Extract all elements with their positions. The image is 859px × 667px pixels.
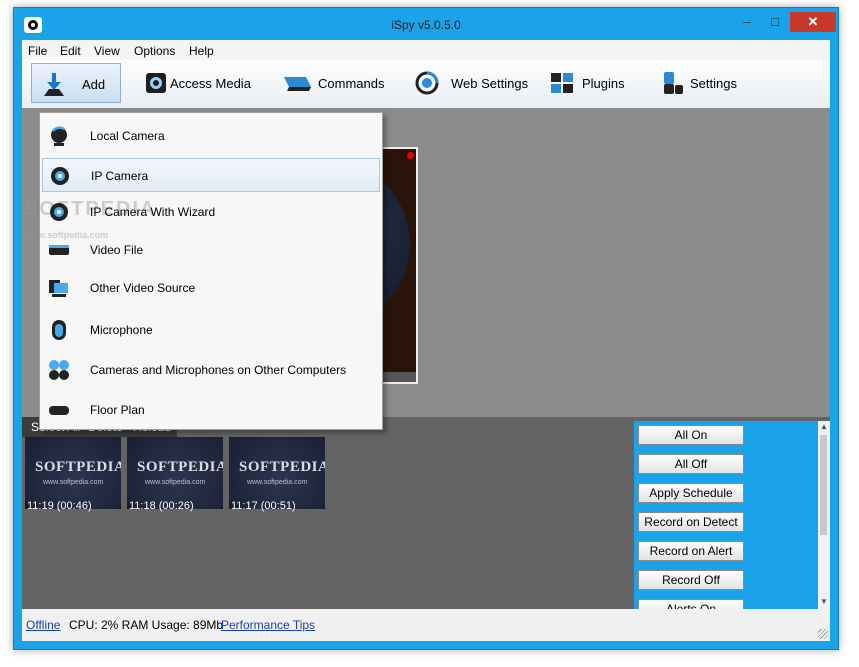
menu-options[interactable]: Options [134, 44, 175, 58]
menu-other-video-source[interactable]: Other Video Source [42, 271, 380, 305]
plugins-button[interactable]: Plugins [540, 63, 640, 103]
ip-camera-icon [51, 167, 69, 185]
add-button[interactable]: Add [31, 63, 121, 103]
media-panel: Select All Delete Reload SOFTPEDIA www.s… [22, 417, 830, 619]
menu-edit[interactable]: Edit [60, 44, 81, 58]
menu-ip-camera-wizard[interactable]: IP Camera With Wizard [42, 195, 380, 229]
menu-label: Floor Plan [90, 403, 145, 417]
scroll-up-icon[interactable]: ▲ [820, 422, 828, 431]
web-icon [415, 71, 439, 95]
performance-tips-link[interactable]: Performance Tips [221, 618, 315, 632]
minimize-button[interactable]: – [736, 12, 758, 32]
web-settings-button[interactable]: Web Settings [405, 63, 529, 103]
record-on-detect-button[interactable]: Record on Detect [638, 512, 744, 532]
close-button[interactable]: ✕ [790, 12, 836, 32]
webcam-icon [51, 126, 67, 146]
menu-label: IP Camera With Wizard [90, 205, 216, 219]
plugins-icon [551, 73, 573, 93]
ip-camera-wizard-icon [50, 203, 68, 221]
thumbnail-time: 11:18 (00:26) [129, 500, 194, 512]
floor-plan-icon [49, 406, 69, 415]
menu-label: Microphone [90, 323, 153, 337]
menu-label: IP Camera [91, 169, 149, 183]
web-settings-label: Web Settings [451, 76, 529, 91]
access-media-label: Access Media [170, 76, 251, 91]
menu-remote-computers[interactable]: Cameras and Microphones on Other Compute… [42, 353, 380, 387]
control-scrollbar[interactable]: ▲ ▼ [818, 421, 830, 609]
settings-button[interactable]: Settings [650, 63, 750, 103]
commands-icon [284, 77, 311, 91]
thumbnail-time: 11:19 (00:46) [27, 500, 92, 512]
media-thumbnail[interactable]: SOFTPEDIA www.softpedia.com [25, 437, 121, 509]
title-bar: iSpy v5.0.5.0 – □ ✕ [14, 8, 838, 40]
media-thumbnail[interactable]: SOFTPEDIA www.softpedia.com [229, 437, 325, 509]
control-panel: All On All Off Apply Schedule Record on … [634, 421, 818, 619]
commands-button[interactable]: Commands [272, 63, 385, 103]
toolbar: Add Access Media Commands Web Settings P… [22, 60, 830, 109]
menu-view[interactable]: View [94, 44, 120, 58]
thumbnail-sub: www.softpedia.com [145, 479, 206, 486]
window-title: iSpy v5.0.5.0 [391, 18, 461, 32]
settings-icon [664, 72, 683, 94]
thumbnail-logo: SOFTPEDIA [35, 459, 121, 475]
menu-label: Video File [90, 243, 144, 257]
thumbnail-logo: SOFTPEDIA [239, 459, 325, 475]
client-area: File Edit View Options Help Add Access M… [22, 40, 830, 641]
menu-floor-plan[interactable]: Floor Plan [42, 393, 380, 427]
add-download-icon [44, 73, 64, 96]
menu-file[interactable]: File [28, 44, 47, 58]
thumbnail-sub: www.softpedia.com [43, 479, 104, 486]
all-on-button[interactable]: All On [638, 425, 744, 445]
menu-ip-camera[interactable]: IP Camera [42, 158, 380, 192]
record-off-button[interactable]: Record Off [638, 570, 744, 590]
scroll-down-icon[interactable]: ▼ [820, 597, 828, 606]
plugins-label: Plugins [582, 76, 625, 91]
commands-label: Commands [318, 76, 385, 91]
thumbnail-logo: SOFTPEDIA [137, 459, 223, 475]
menu-video-file[interactable]: Video File [42, 233, 380, 267]
thumbnail-time: 11:17 (00:51) [231, 500, 296, 512]
app-window: iSpy v5.0.5.0 – □ ✕ File Edit View Optio… [13, 7, 839, 650]
media-icon [146, 73, 166, 93]
resize-grip[interactable] [818, 629, 828, 639]
access-media-button[interactable]: Access Media [134, 63, 256, 103]
settings-label: Settings [690, 76, 737, 91]
scroll-thumb[interactable] [820, 435, 827, 535]
status-bar: Offline CPU: 2% RAM Usage: 89Mb Performa… [22, 609, 830, 641]
record-on-alert-button[interactable]: Record on Alert [638, 541, 744, 561]
menu-label: Other Video Source [90, 281, 196, 295]
offline-link[interactable]: Offline [26, 618, 60, 632]
menu-label: Local Camera [90, 129, 165, 143]
microphone-icon [52, 320, 66, 340]
add-label: Add [82, 77, 106, 92]
video-file-icon [49, 245, 69, 255]
apply-schedule-button[interactable]: Apply Schedule [638, 483, 744, 503]
network-icon [49, 360, 69, 380]
menu-microphone[interactable]: Microphone [42, 313, 380, 347]
menu-label: Cameras and Microphones on Other Compute… [90, 363, 347, 377]
add-dropdown-menu: SOFTPEDIA www.softpedia.com Local Camera… [24, 112, 383, 430]
media-thumbnail[interactable]: SOFTPEDIA www.softpedia.com [127, 437, 223, 509]
all-off-button[interactable]: All Off [638, 454, 744, 474]
menu-local-camera[interactable]: Local Camera [42, 119, 380, 153]
menu-help[interactable]: Help [189, 44, 214, 58]
thumbnail-sub: www.softpedia.com [247, 479, 308, 486]
video-source-icon [49, 280, 68, 297]
resource-usage: CPU: 2% RAM Usage: 89Mb [69, 618, 224, 632]
maximize-button[interactable]: □ [764, 12, 786, 32]
record-indicator-icon [407, 152, 414, 159]
menu-bar: File Edit View Options Help [22, 40, 830, 60]
